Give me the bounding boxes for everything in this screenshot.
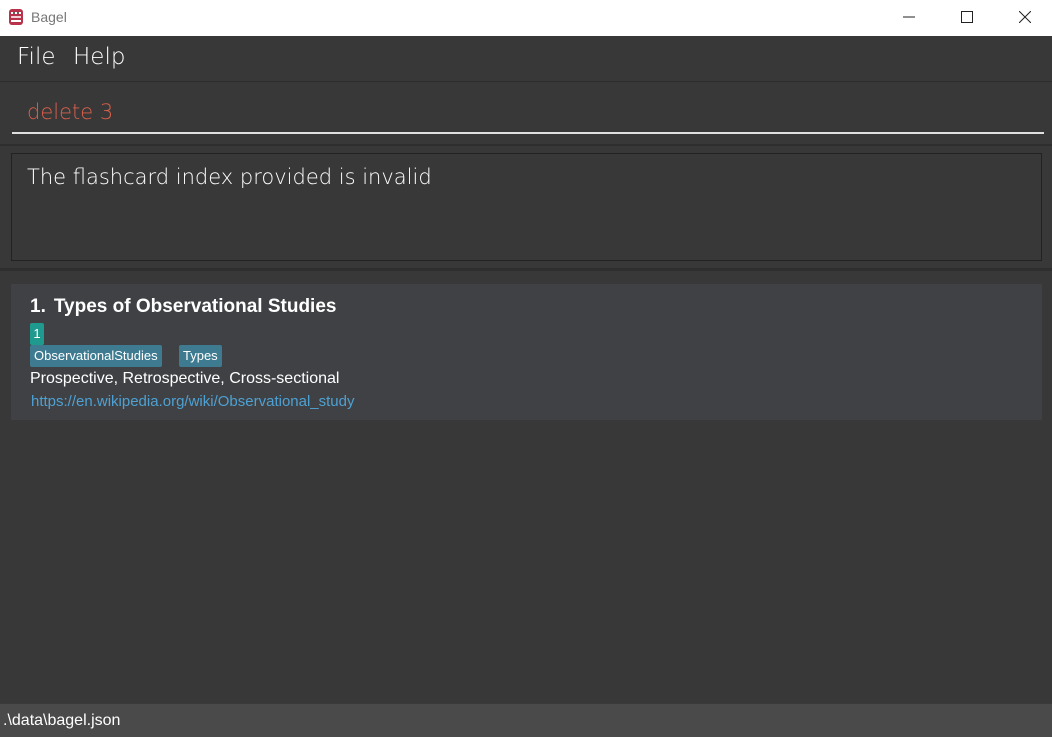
minimize-icon	[903, 16, 915, 18]
status-bar: .\data\bagel.json	[0, 703, 1052, 737]
tag-observationalstudies: ObservationalStudies	[30, 345, 162, 367]
window-title: Bagel	[31, 9, 67, 25]
flashcard-title: 1. Types of Observational Studies	[30, 296, 336, 318]
command-box	[0, 82, 1052, 146]
flashcard-index: 1.	[30, 296, 46, 317]
menu-bar: File Help	[0, 36, 1052, 82]
save-location: .\data\bagel.json	[3, 712, 121, 729]
flashcard-answer: Prospective, Retrospective, Cross-sectio…	[30, 370, 340, 387]
menu-help[interactable]: Help	[73, 44, 125, 70]
result-message: The flashcard index provided is invalid	[27, 165, 432, 189]
flashcard-item[interactable]: 1. Types of Observational Studies 1 Obser…	[11, 284, 1042, 420]
close-icon	[1019, 11, 1031, 23]
maximize-icon	[961, 11, 973, 23]
minimize-button[interactable]	[886, 0, 932, 36]
flashcard-question: Types of Observational Studies	[53, 296, 337, 317]
app-window: Bagel File Help The flashcard index prov…	[0, 0, 1052, 737]
command-input[interactable]	[12, 92, 1044, 134]
close-button[interactable]	[1002, 0, 1048, 36]
tag-types: Types	[179, 345, 222, 367]
title-bar: Bagel	[0, 0, 1052, 36]
flashcard-link[interactable]: https://en.wikipedia.org/wiki/Observatio…	[31, 393, 355, 410]
maximize-button[interactable]	[944, 0, 990, 36]
result-display: The flashcard index provided is invalid	[11, 153, 1042, 261]
divider	[0, 268, 1052, 271]
rating-badge: 1	[30, 323, 44, 345]
menu-file[interactable]: File	[17, 44, 56, 70]
bagel-app-icon	[9, 9, 23, 25]
